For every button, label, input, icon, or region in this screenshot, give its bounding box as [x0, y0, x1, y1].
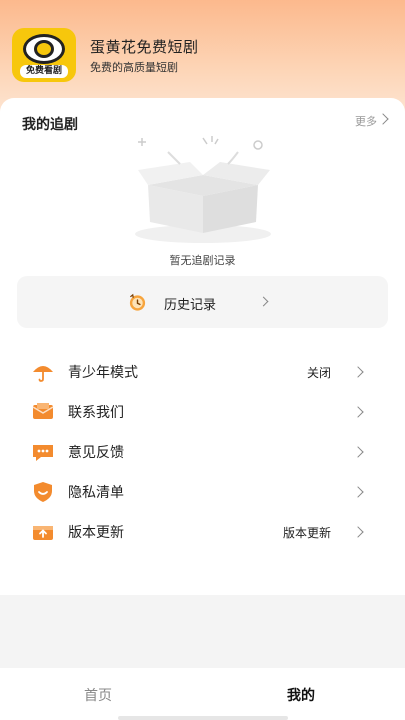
- menu-item-privacy-list[interactable]: 隐私清单: [0, 472, 405, 512]
- chevron-right-icon: [352, 446, 364, 458]
- menu-item-contact-us[interactable]: 联系我们: [0, 392, 405, 432]
- bottom-tabbar: 首页 我的: [0, 668, 405, 720]
- teen-mode-status: 关闭: [306, 366, 331, 380]
- chevron-right-icon: [352, 406, 364, 418]
- yolk-icon: [34, 40, 54, 58]
- upload-box-icon: [33, 526, 53, 540]
- chat-icon: [33, 445, 53, 461]
- clock-icon: [129, 293, 146, 311]
- chevron-right-icon: [352, 366, 364, 378]
- menu-item-label: 意见反馈: [68, 445, 124, 461]
- chevron-right-icon: [258, 296, 269, 307]
- history-button[interactable]: 历史记录: [17, 276, 388, 328]
- history-label: 历史记录: [164, 298, 217, 313]
- menu-item-teen-mode[interactable]: 青少年模式 关闭: [0, 352, 405, 392]
- shield-icon: [34, 482, 52, 502]
- empty-box-icon: [135, 136, 271, 243]
- main-card: 我的追剧 更多 暂无追剧记录 历史记录 青少年模式 关闭 联系我们 意见反馈 隐…: [0, 98, 405, 595]
- chevron-right-icon[interactable]: [377, 113, 389, 125]
- chevron-right-icon: [352, 526, 364, 538]
- menu-item-version-update[interactable]: 版本更新 版本更新: [0, 512, 405, 552]
- menu-item-feedback[interactable]: 意见反馈: [0, 432, 405, 472]
- watching-section-title: 我的追剧: [22, 117, 78, 133]
- menu-item-label: 隐私清单: [68, 485, 124, 501]
- tab-mine[interactable]: 我的: [287, 685, 315, 705]
- home-indicator: [118, 716, 288, 720]
- app-header: 免费看剧 蛋黄花免费短剧 免费的高质量短剧: [12, 28, 392, 84]
- menu-item-label: 联系我们: [68, 405, 124, 421]
- mail-icon: [32, 403, 54, 419]
- chevron-right-icon: [352, 486, 364, 498]
- menu-item-label: 青少年模式: [68, 365, 138, 381]
- more-link[interactable]: 更多: [355, 113, 377, 129]
- app-title: 蛋黄花免费短剧: [90, 38, 199, 56]
- app-logo: 免费看剧: [12, 28, 76, 82]
- logo-text: 免费看剧: [25, 66, 62, 76]
- app-subtitle: 免费的高质量短剧: [90, 61, 178, 74]
- tab-home[interactable]: 首页: [84, 685, 112, 705]
- version-update-status: 版本更新: [282, 526, 331, 540]
- umbrella-icon: [33, 366, 53, 382]
- menu-item-label: 版本更新: [68, 525, 124, 541]
- empty-watching-text: 暂无追剧记录: [169, 254, 236, 267]
